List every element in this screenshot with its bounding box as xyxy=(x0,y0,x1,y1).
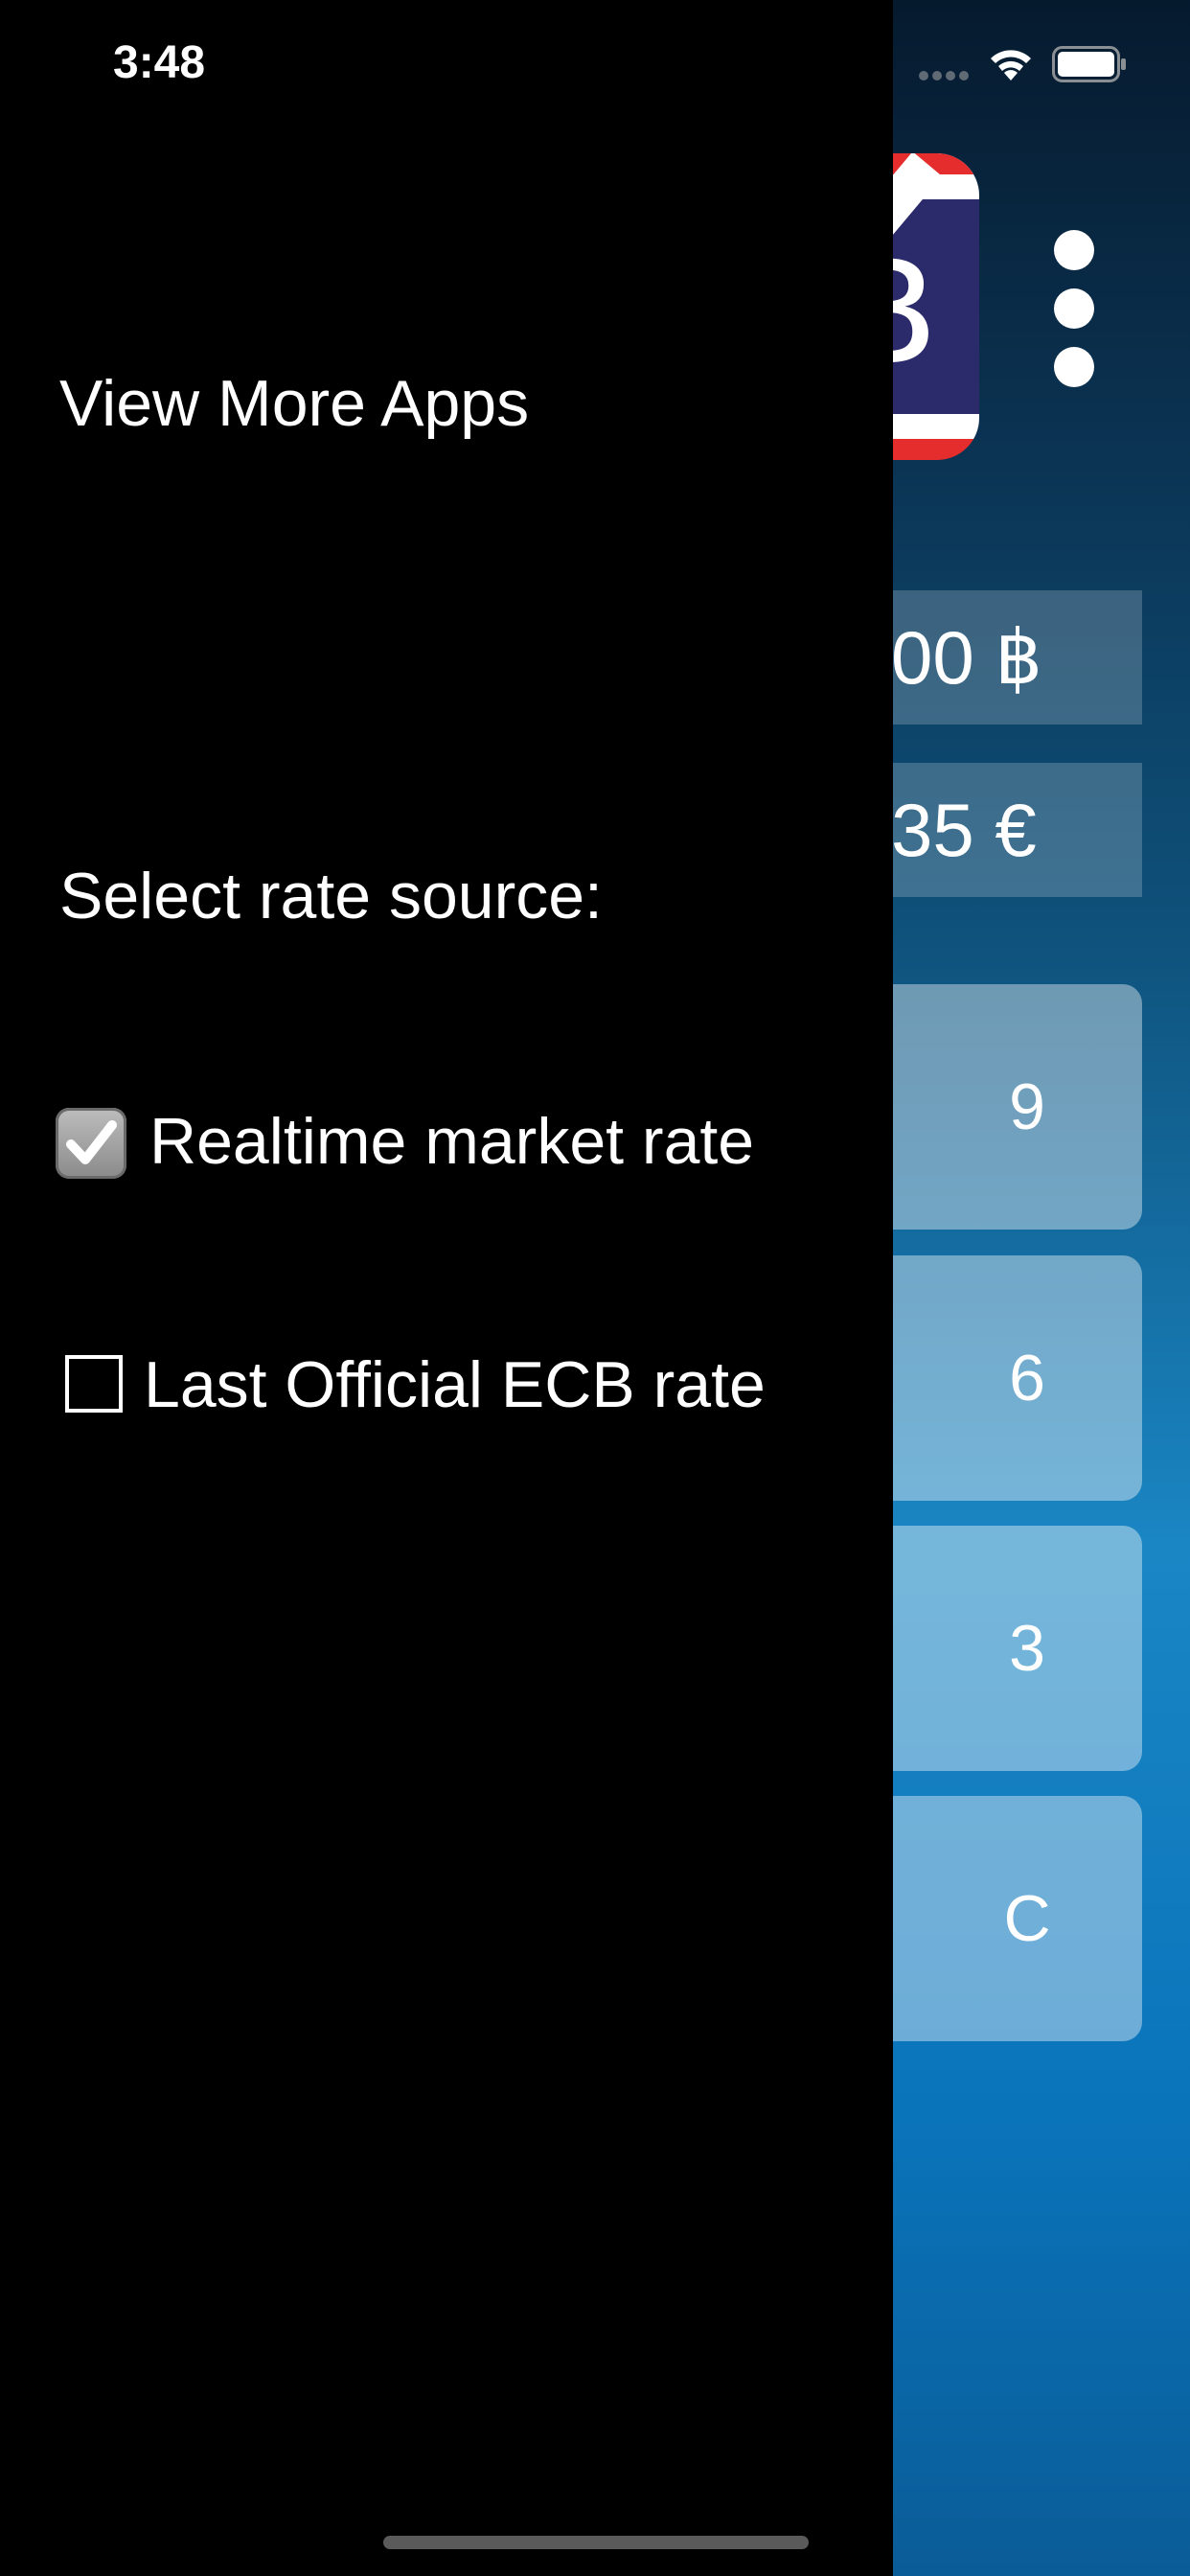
cellular-signal-icon xyxy=(919,71,969,80)
keypad-key-label: C xyxy=(1003,1882,1051,1955)
thb-amount-value: 00 ฿ xyxy=(891,615,1043,700)
more-dot xyxy=(1054,288,1094,329)
rate-source-heading: Select rate source: xyxy=(59,860,603,932)
wifi-icon xyxy=(991,50,1031,80)
eur-amount-value: 35 € xyxy=(891,788,1037,872)
more-vertical-icon[interactable] xyxy=(1052,230,1096,393)
side-drawer: View More Apps Select rate source: Realt… xyxy=(0,0,893,2576)
checkmark-icon xyxy=(66,1120,117,1164)
status-bar-time: 3:48 xyxy=(113,37,206,88)
more-dot xyxy=(1054,230,1094,270)
keypad-key-label: 6 xyxy=(1009,1342,1045,1414)
checkbox-unchecked[interactable] xyxy=(65,1355,123,1413)
home-indicator[interactable] xyxy=(383,2536,809,2549)
option-label: Realtime market rate xyxy=(149,1105,755,1178)
keypad-key-label: 9 xyxy=(1009,1070,1045,1143)
keypad-key-label: 3 xyxy=(1009,1612,1045,1685)
view-more-apps-link[interactable]: View More Apps xyxy=(59,360,529,447)
battery-icon xyxy=(1052,46,1126,82)
checkbox-checked[interactable] xyxy=(56,1108,126,1179)
more-dot xyxy=(1054,347,1094,387)
phone-screen: ฿ 00 ฿ 35 € 9 6 3 C View More Apps Selec… xyxy=(0,0,1190,2576)
option-label: Last Official ECB rate xyxy=(144,1348,766,1421)
